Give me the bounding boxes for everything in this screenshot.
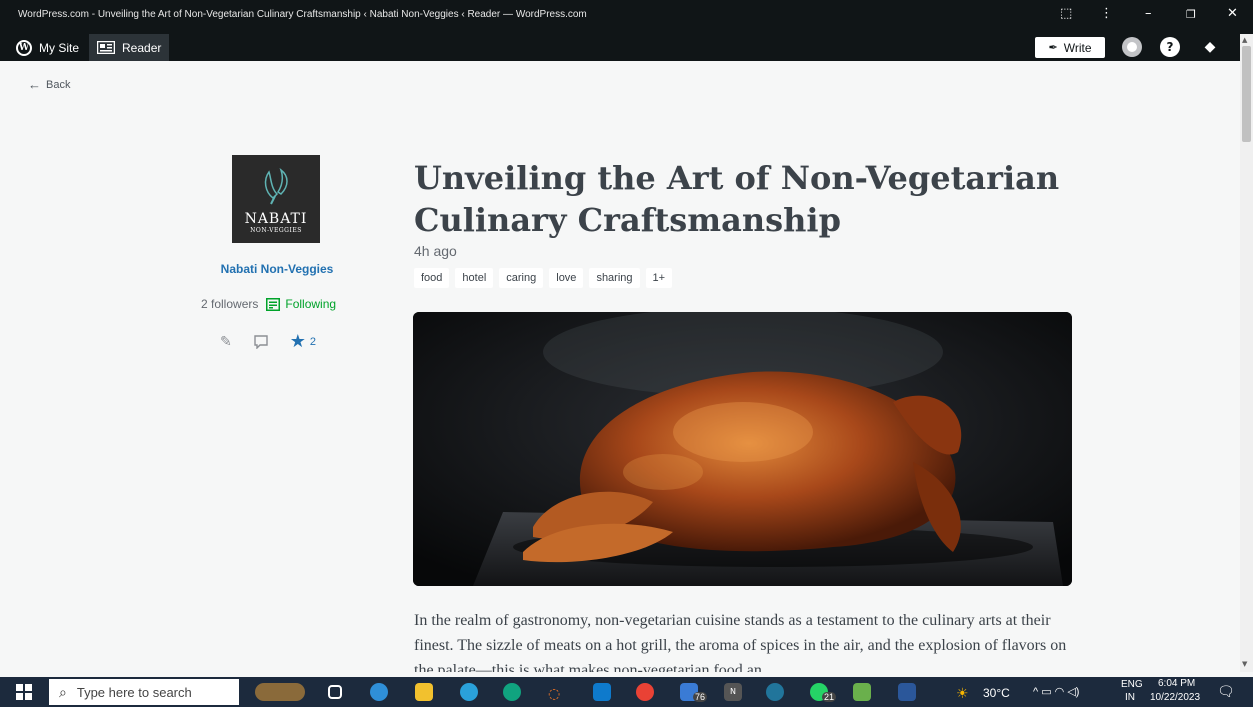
post-actions: ✎ ★ 2 xyxy=(220,331,316,352)
write-button[interactable]: ✒ Write xyxy=(1035,37,1105,58)
chatgpt-icon[interactable] xyxy=(503,683,521,701)
like-count: 2 xyxy=(309,335,316,348)
minimize-button[interactable]: – xyxy=(1145,6,1152,21)
tag-sharing[interactable]: sharing xyxy=(589,268,640,288)
task-view-icon[interactable] xyxy=(328,685,342,699)
like-button[interactable]: ★ 2 xyxy=(290,331,316,352)
avatar[interactable] xyxy=(1122,37,1142,57)
clock-date[interactable]: 10/22/2023 xyxy=(1150,692,1200,703)
vscode-icon[interactable] xyxy=(593,683,611,701)
my-site-link[interactable]: W My Site xyxy=(16,34,79,61)
notion-icon[interactable]: N xyxy=(724,683,742,701)
edge-icon[interactable] xyxy=(370,683,388,701)
scroll-down-icon[interactable]: ▼ xyxy=(1242,660,1247,668)
restore-button[interactable]: ❐ xyxy=(1186,8,1196,21)
edit-pencil-icon[interactable]: ✎ xyxy=(220,334,232,350)
notification-center-icon[interactable]: 🗨 xyxy=(1217,683,1235,700)
tag-love[interactable]: love xyxy=(549,268,584,288)
language-secondary[interactable]: IN xyxy=(1125,692,1135,703)
search-highlight-icon[interactable] xyxy=(255,683,305,701)
logo-subtext: NON-VEGGIES xyxy=(250,227,302,234)
post-body-excerpt: In the realm of gastronomy, non-vegetari… xyxy=(414,612,1067,672)
windows-start-icon[interactable] xyxy=(16,684,32,700)
tag-more[interactable]: 1+ xyxy=(645,268,673,288)
page-scrollbar[interactable]: ▲ ▼ xyxy=(1240,34,1253,672)
taskbar-search-input[interactable]: ⌕ Type here to search xyxy=(49,679,239,705)
more-menu-icon[interactable]: ⋮ xyxy=(1100,6,1113,21)
roast-chicken-image xyxy=(413,312,1072,586)
following-button[interactable]: Following xyxy=(266,297,336,311)
search-icon: ⌕ xyxy=(59,683,67,700)
tag-caring[interactable]: caring xyxy=(499,268,544,288)
clock-time[interactable]: 6:04 PM xyxy=(1158,678,1195,689)
featured-image-roast-chicken xyxy=(413,312,1072,586)
star-icon: ★ xyxy=(289,331,306,352)
wordpress-app-icon[interactable] xyxy=(766,683,784,701)
reader-link[interactable]: Reader xyxy=(89,34,170,61)
tag-hotel[interactable]: hotel xyxy=(455,268,494,288)
logo-text: NABATI xyxy=(244,211,308,227)
scrollbar-thumb[interactable] xyxy=(1242,46,1251,142)
chef-knife-logo-icon xyxy=(264,168,288,205)
extensions-icon[interactable]: ⬚ xyxy=(1060,6,1072,21)
chrome-icon[interactable] xyxy=(636,683,654,701)
post-tags: food hotel caring love sharing 1+ xyxy=(414,268,673,288)
language-primary[interactable]: ENG xyxy=(1121,679,1143,690)
following-label: Following xyxy=(285,297,337,311)
telegram-icon[interactable] xyxy=(460,683,478,701)
weather-temp[interactable]: 30°C xyxy=(983,686,1010,700)
help-icon[interactable]: ? xyxy=(1160,37,1180,57)
windows-taskbar: ⌕ Type here to search ◌ 76 N 21 ☀ 30°C ^… xyxy=(0,677,1253,707)
close-button[interactable]: ✕ xyxy=(1227,6,1238,21)
browser-title-bar: WordPress.com - Unveiling the Art of Non… xyxy=(0,0,1253,34)
following-icon xyxy=(266,297,281,311)
wordpress-logo-icon: W xyxy=(16,39,32,56)
scroll-up-icon[interactable]: ▲ xyxy=(1242,36,1247,44)
post-timestamp[interactable]: 4h ago xyxy=(414,243,457,259)
tag-food[interactable]: food xyxy=(414,268,450,288)
window-title: WordPress.com - Unveiling the Art of Non… xyxy=(18,9,587,20)
back-label: Back xyxy=(46,78,71,91)
file-explorer-icon[interactable] xyxy=(415,683,433,701)
write-label: Write xyxy=(1063,40,1092,55)
word-icon[interactable] xyxy=(898,683,916,701)
jupyter-icon[interactable]: ◌ xyxy=(548,683,566,702)
followers-row: 2 followers Following xyxy=(201,297,336,311)
site-name-link[interactable]: Nabati Non-Veggies xyxy=(200,262,354,276)
my-site-label: My Site xyxy=(39,40,80,55)
reader-label: Reader xyxy=(122,40,162,55)
taskbar-badge-76: 76 xyxy=(693,692,708,702)
image-viewer-icon[interactable] xyxy=(853,683,871,701)
followers-count: 2 followers xyxy=(201,297,259,311)
taskbar-badge-21: 21 xyxy=(822,692,837,702)
system-tray-icons[interactable]: ^ ▭ ◠ ◁) xyxy=(1033,685,1079,698)
site-logo[interactable]: NABATI NON-VEGGIES xyxy=(232,155,320,243)
notifications-icon[interactable]: ◆ xyxy=(1200,37,1220,57)
user-icon xyxy=(1127,42,1137,52)
taskbar-search-placeholder: Type here to search xyxy=(76,684,192,700)
weather-icon: ☀ xyxy=(956,685,969,701)
comment-icon[interactable] xyxy=(254,334,268,349)
arrow-left-icon: ← xyxy=(28,77,41,92)
reader-icon xyxy=(97,41,115,54)
back-link[interactable]: ← Back xyxy=(28,77,70,92)
post-title[interactable]: Unveiling the Art of Non-Vegetarian Culi… xyxy=(414,157,1074,241)
pencil-icon: ✒ xyxy=(1048,42,1058,54)
